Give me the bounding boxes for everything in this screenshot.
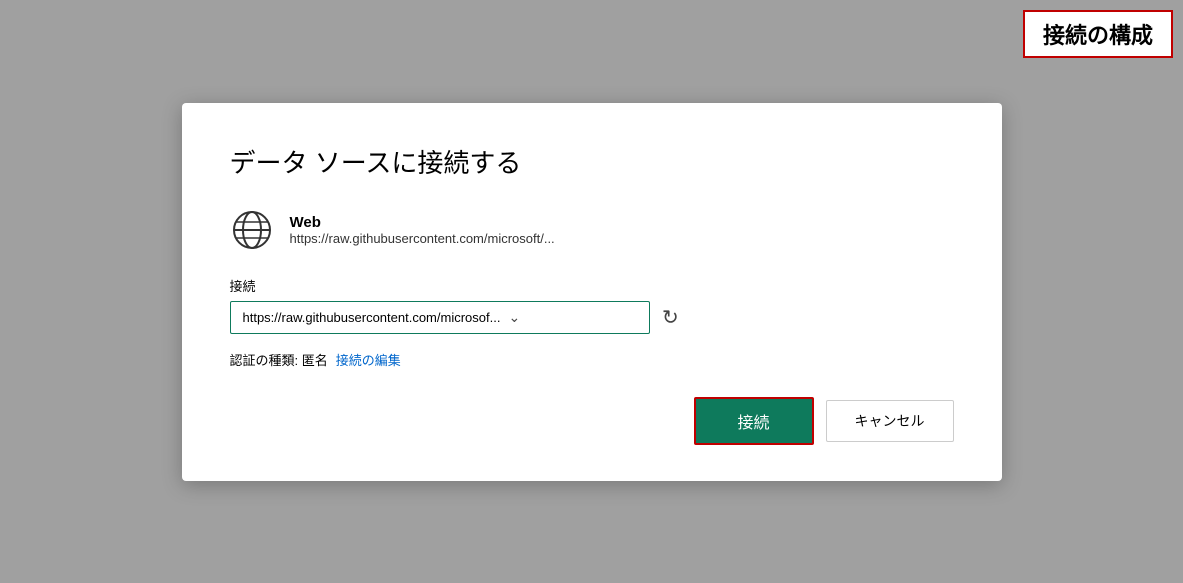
dialog-title: データ ソースに接続する [230,143,954,180]
dialog: データ ソースに接続する Web https://raw.githubuserc… [182,103,1002,481]
refresh-icon[interactable]: ↺ [662,305,679,330]
source-url: https://raw.githubusercontent.com/micros… [290,231,555,246]
auth-type-text: 認証の種類: 匿名 [230,350,328,369]
connection-label: 接続 [230,276,954,295]
connection-row: https://raw.githubusercontent.com/micros… [230,301,954,334]
source-name: Web [290,214,555,231]
source-row: Web https://raw.githubusercontent.com/mi… [230,208,954,252]
auth-row: 認証の種類: 匿名 接続の編集 [230,350,954,369]
connection-dropdown[interactable]: https://raw.githubusercontent.com/micros… [230,301,650,334]
connect-button[interactable]: 接続 [694,397,814,445]
cancel-button[interactable]: キャンセル [826,400,954,442]
chevron-down-icon: ⌄ [508,309,636,326]
edit-connection-link[interactable]: 接続の編集 [336,350,401,369]
title-badge: 接続の構成 [1023,10,1173,58]
connection-value: https://raw.githubusercontent.com/micros… [243,310,501,325]
source-info: Web https://raw.githubusercontent.com/mi… [290,214,555,246]
globe-icon [230,208,274,252]
button-row: 接続 キャンセル [230,397,954,445]
